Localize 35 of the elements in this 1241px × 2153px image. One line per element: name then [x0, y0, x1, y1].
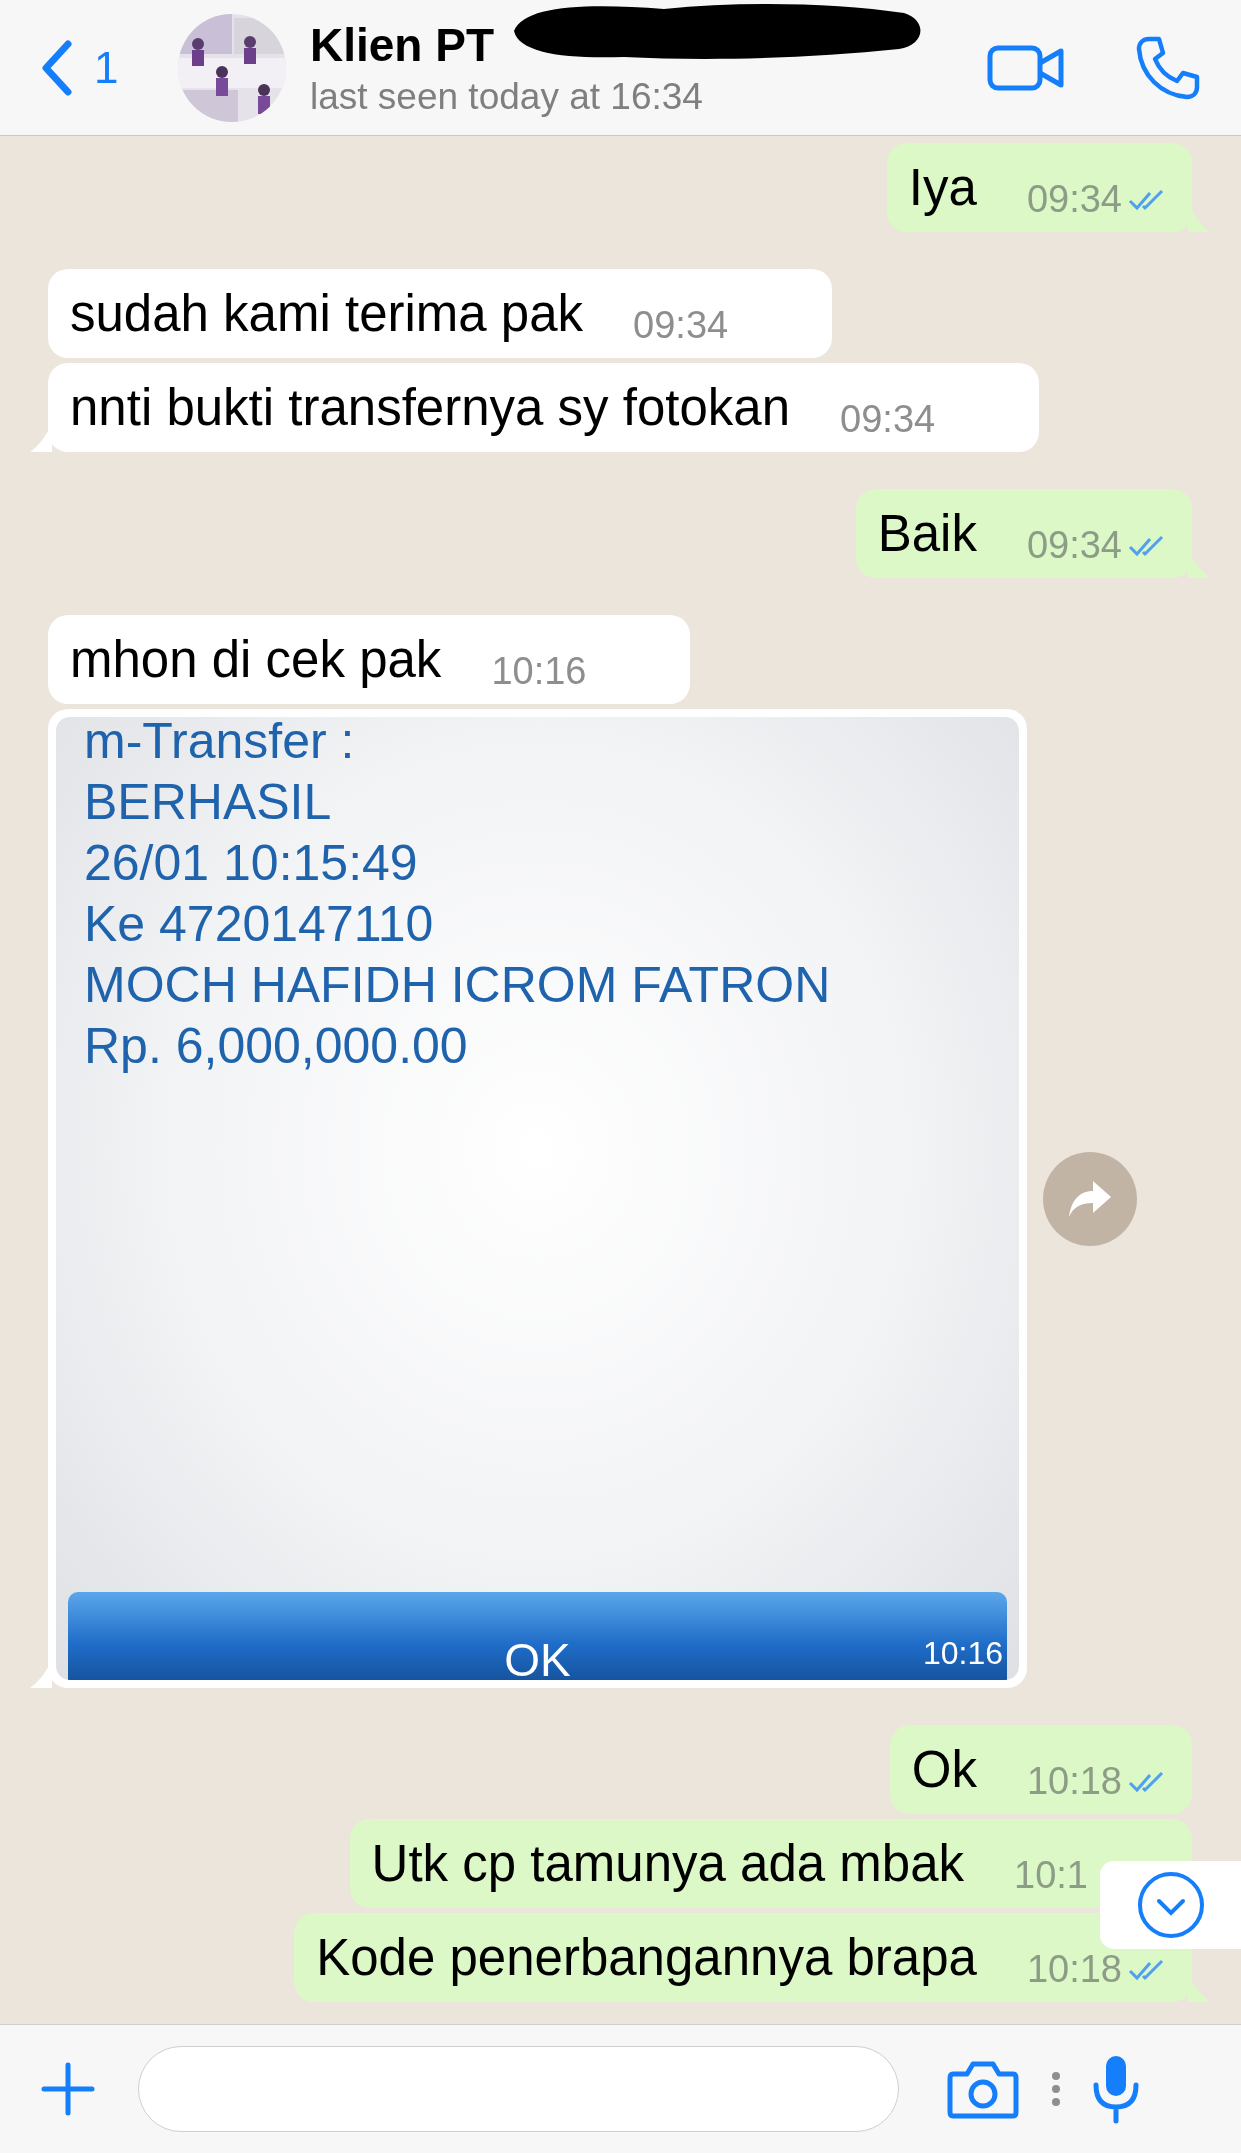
- message-text: Ok: [911, 1741, 977, 1799]
- message-time: 10:18: [1026, 1948, 1168, 1991]
- unread-count[interactable]: 1: [94, 42, 119, 93]
- more-icon[interactable]: [1051, 2071, 1061, 2107]
- message-time: 09:34: [1026, 524, 1168, 567]
- message-time: 09:34: [840, 398, 936, 441]
- back-icon[interactable]: [40, 39, 72, 96]
- message-text: Baik: [877, 505, 977, 563]
- receipt-text: m-Transfer :: [84, 717, 356, 771]
- message-time: 10:18: [1026, 1760, 1168, 1803]
- message-text: Kode penerbangannya brapa: [316, 1929, 977, 1987]
- message-time: 10:16: [491, 650, 587, 693]
- phone-icon[interactable]: [1135, 34, 1201, 101]
- receipt-text: Ke 4720147110: [84, 895, 435, 954]
- receipt-text: BERHASIL: [84, 773, 333, 832]
- receipt-text: Rp. 6,000,000.00: [84, 1017, 469, 1076]
- message-text: mhon di cek pak: [70, 631, 442, 689]
- share-arrow-icon[interactable]: [1067, 1178, 1113, 1219]
- message-time: 09:34: [1026, 178, 1168, 221]
- message-text: Utk cp tamunya ada mbak: [371, 1835, 965, 1893]
- message-time: 09:34: [633, 304, 729, 347]
- add-icon[interactable]: [40, 2061, 96, 2117]
- last-seen-status: last seen today at 16:34: [310, 75, 704, 118]
- image-message[interactable]: m-Transfer : BERHASIL 26/01 10:15:49 Ke 4720147110 MOCH HAFIDH ICROM FATRON Rp. 6,000,000.00 OK 10:16: [48, 709, 1027, 1688]
- message-text: nnti bukti transfernya sy fotokan: [70, 379, 791, 437]
- microphone-icon[interactable]: [1091, 2053, 1141, 2125]
- receipt-text: MOCH HAFIDH ICROM FATRON: [84, 956, 832, 1015]
- chevron-down-icon[interactable]: [1136, 1871, 1205, 1939]
- message-time: 10:1: [1014, 1854, 1088, 1897]
- message-text: Iya: [908, 159, 977, 217]
- message-time: 10:16: [922, 1635, 1003, 1672]
- scroll-down-button[interactable]: [1100, 1861, 1241, 1949]
- message-text: sudah kami terima pak: [70, 285, 584, 343]
- contact-name[interactable]: Klien PT: [310, 17, 495, 72]
- receipt-text: 26/01 10:15:49: [84, 834, 419, 893]
